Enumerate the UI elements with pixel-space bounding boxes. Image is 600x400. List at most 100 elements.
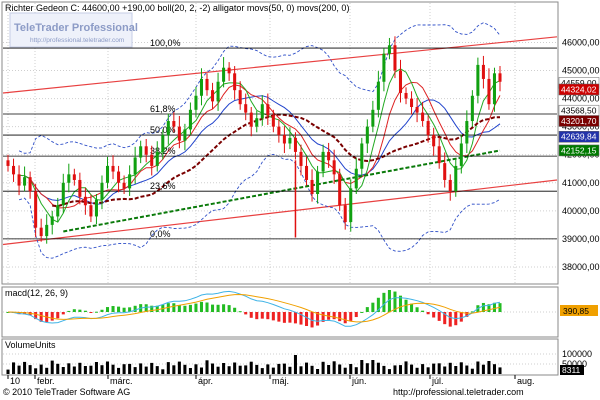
candle-body	[360, 143, 364, 169]
volume-bar	[349, 364, 353, 374]
watermark-url: http://professional.teletrader.com	[30, 37, 124, 44]
price-tag-label: 43201,70	[561, 116, 597, 126]
macd-histogram-bar	[382, 292, 386, 312]
volume-bar	[155, 366, 159, 374]
volume-bar	[211, 363, 215, 374]
volume-bar	[465, 365, 469, 374]
candle-body	[437, 146, 441, 164]
volume-bar	[360, 360, 364, 374]
volume-bar	[222, 363, 226, 374]
macd-histogram-bar	[177, 305, 181, 312]
volume-bar	[443, 366, 447, 374]
macd-histogram-bar	[172, 303, 176, 312]
time-tick-label: júl.	[431, 376, 444, 386]
volume-bar	[432, 363, 436, 374]
price-tag-label: 42152,15	[561, 145, 597, 155]
macd-histogram-bar	[415, 307, 419, 312]
candle-body	[371, 109, 375, 127]
candle-body	[376, 81, 380, 110]
candle-body	[343, 205, 347, 223]
candle-body	[17, 174, 21, 186]
volume-bar	[205, 360, 209, 374]
volume-bar	[183, 364, 187, 374]
volume-bar	[227, 366, 231, 374]
macd-histogram-bar	[288, 312, 292, 323]
volume-bar	[94, 362, 98, 374]
volume-bar	[249, 361, 253, 374]
macd-histogram-bar	[244, 312, 248, 315]
price-tag-label: 42639,84	[561, 132, 597, 142]
volume-bar	[404, 361, 408, 374]
volume-bar	[144, 366, 148, 374]
candle-body	[144, 146, 148, 155]
candle-body	[89, 205, 93, 217]
macd-histogram-bar	[304, 312, 309, 326]
price-tick-label: 45000,00	[562, 66, 600, 76]
footer-url: http://professional.teletrader.com	[393, 387, 524, 397]
volume-bar	[166, 362, 170, 374]
footer: © 2010 TeleTrader Software AG http://pro…	[0, 386, 600, 400]
candle-body	[421, 112, 425, 122]
volume-bar	[365, 363, 369, 374]
candle-body	[83, 196, 87, 206]
volume-bar	[105, 361, 110, 374]
volume-bar	[421, 364, 425, 374]
candle-body	[67, 174, 71, 183]
candle-body	[34, 191, 38, 228]
volume-bar	[194, 364, 198, 374]
macd-histogram-bar	[332, 312, 336, 320]
volume-bar	[50, 360, 54, 374]
candle-body	[23, 177, 27, 186]
candle-body	[211, 90, 215, 102]
candle-body	[72, 174, 76, 180]
volume-bar	[282, 363, 286, 374]
volume-bar	[56, 363, 60, 374]
candle-body	[470, 95, 474, 122]
candle-body	[155, 151, 159, 166]
candle-body	[365, 126, 369, 144]
macd-histogram-bar	[188, 304, 192, 312]
macd-histogram-bar	[94, 311, 98, 313]
candle-body	[227, 67, 231, 74]
volume-bar	[238, 365, 242, 374]
candle-body	[94, 199, 98, 217]
volume-bar	[100, 365, 104, 374]
candle-body	[249, 112, 253, 127]
candle-body	[487, 78, 491, 105]
price-tick-label: 38000,00	[562, 262, 600, 272]
volume-bar	[271, 367, 275, 374]
price-panel-title: Richter Gedeon C: 44600,00 +190,00 boll(…	[5, 3, 349, 13]
volume-bar	[89, 365, 93, 374]
macd-histogram-bar	[421, 310, 425, 312]
volume-bar	[139, 363, 143, 374]
macd-histogram-bar	[205, 302, 209, 312]
time-tick-label: máj.	[272, 376, 289, 386]
volume-bar	[133, 367, 137, 374]
macd-histogram-bar	[233, 307, 237, 312]
candle-body	[304, 165, 309, 180]
volume-bar	[122, 364, 126, 374]
volume-bar	[321, 361, 325, 374]
candle-body	[105, 165, 110, 183]
candle-body	[133, 157, 137, 175]
fib-level-label: 0,0%	[150, 229, 171, 239]
volume-bar	[34, 368, 38, 374]
time-tick-label: jún.	[351, 376, 367, 386]
candle-body	[260, 104, 264, 119]
macd-histogram-bar	[227, 305, 231, 312]
volume-bar	[277, 363, 281, 374]
macd-histogram-bar	[277, 312, 281, 322]
macd-histogram-bar	[72, 309, 76, 312]
macd-histogram-bar	[360, 311, 364, 313]
macd-histogram-bar	[122, 307, 126, 312]
time-tick-label: ápr.	[198, 376, 213, 386]
macd-histogram-bar	[343, 312, 347, 324]
candle-body	[244, 104, 248, 113]
volume-bar	[111, 364, 115, 374]
time-tick-label: febr.	[37, 376, 55, 386]
volume-bar	[161, 369, 165, 374]
price-tick-label: 41000,00	[562, 178, 600, 188]
macd-histogram-bar	[249, 312, 253, 318]
volume-panel-title: VolumeUnits	[5, 340, 56, 350]
volume-bar	[172, 365, 176, 374]
